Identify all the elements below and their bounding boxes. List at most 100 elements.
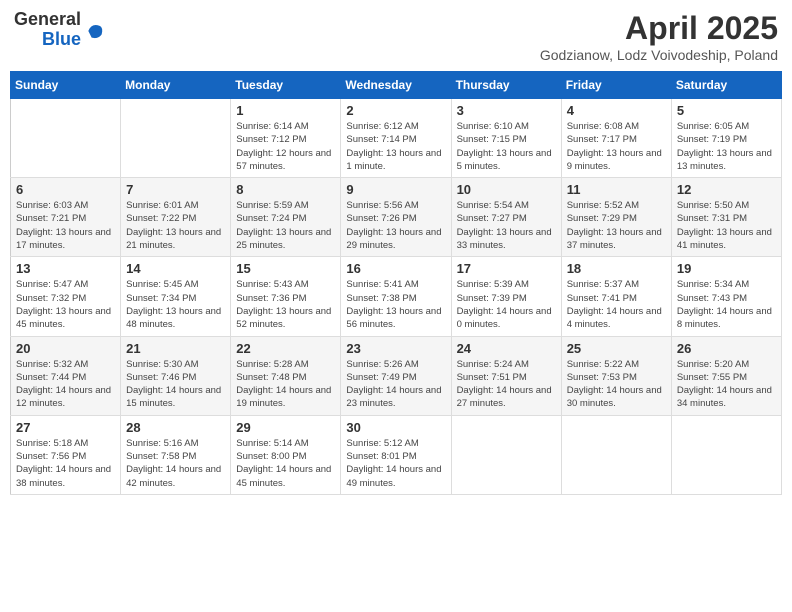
- logo-blue: Blue: [42, 30, 81, 50]
- weekday-header: Saturday: [671, 72, 781, 99]
- day-info: Sunrise: 5:52 AMSunset: 7:29 PMDaylight:…: [567, 199, 666, 252]
- day-number: 23: [346, 341, 445, 356]
- title-block: April 2025 Godzianow, Lodz Voivodeship, …: [540, 10, 778, 63]
- logo-general: General: [14, 10, 81, 30]
- calendar-cell: 19 Sunrise: 5:34 AMSunset: 7:43 PMDayligh…: [671, 257, 781, 336]
- day-info: Sunrise: 6:05 AMSunset: 7:19 PMDaylight:…: [677, 120, 776, 173]
- day-info: Sunrise: 5:43 AMSunset: 7:36 PMDaylight:…: [236, 278, 335, 331]
- calendar-week-row: 13 Sunrise: 5:47 AMSunset: 7:32 PMDayligh…: [11, 257, 782, 336]
- calendar-cell: 8 Sunrise: 5:59 AMSunset: 7:24 PMDaylight…: [231, 178, 341, 257]
- calendar-week-row: 6Sunrise: 6:03 AMSunset: 7:21 PMDaylight…: [11, 178, 782, 257]
- calendar-cell: 15 Sunrise: 5:43 AMSunset: 7:36 PMDayligh…: [231, 257, 341, 336]
- day-number: 27: [16, 420, 115, 435]
- day-info: Sunrise: 5:59 AMSunset: 7:24 PMDaylight:…: [236, 199, 335, 252]
- day-info: Sunrise: 6:14 AMSunset: 7:12 PMDaylight:…: [236, 120, 335, 173]
- day-info: Sunrise: 5:30 AMSunset: 7:46 PMDaylight:…: [126, 358, 225, 411]
- calendar-cell: 25 Sunrise: 5:22 AMSunset: 7:53 PMDayligh…: [561, 336, 671, 415]
- day-number: 5: [677, 103, 776, 118]
- calendar: SundayMondayTuesdayWednesdayThursdayFrid…: [10, 71, 782, 495]
- day-number: 30: [346, 420, 445, 435]
- day-number: 2: [346, 103, 445, 118]
- day-info: Sunrise: 5:54 AMSunset: 7:27 PMDaylight:…: [457, 199, 556, 252]
- calendar-cell: 20 Sunrise: 5:32 AMSunset: 7:44 PMDayligh…: [11, 336, 121, 415]
- day-info: Sunrise: 6:10 AMSunset: 7:15 PMDaylight:…: [457, 120, 556, 173]
- day-number: 9: [346, 182, 445, 197]
- day-number: 21: [126, 341, 225, 356]
- day-number: 6: [16, 182, 115, 197]
- day-info: Sunrise: 6:01 AMSunset: 7:22 PMDaylight:…: [126, 199, 225, 252]
- day-info: Sunrise: 5:32 AMSunset: 7:44 PMDaylight:…: [16, 358, 115, 411]
- day-number: 28: [126, 420, 225, 435]
- logo: General Blue: [14, 10, 105, 50]
- calendar-cell: 12Sunrise: 5:50 AMSunset: 7:31 PMDayligh…: [671, 178, 781, 257]
- day-number: 22: [236, 341, 335, 356]
- day-number: 29: [236, 420, 335, 435]
- weekday-header: Wednesday: [341, 72, 451, 99]
- day-number: 3: [457, 103, 556, 118]
- weekday-header: Tuesday: [231, 72, 341, 99]
- day-info: Sunrise: 5:37 AMSunset: 7:41 PMDaylight:…: [567, 278, 666, 331]
- weekday-header: Monday: [121, 72, 231, 99]
- weekday-header: Sunday: [11, 72, 121, 99]
- calendar-cell: 26 Sunrise: 5:20 AMSunset: 7:55 PMDayligh…: [671, 336, 781, 415]
- day-number: 14: [126, 261, 225, 276]
- day-info: Sunrise: 5:39 AMSunset: 7:39 PMDaylight:…: [457, 278, 556, 331]
- calendar-cell: 1Sunrise: 6:14 AMSunset: 7:12 PMDaylight…: [231, 99, 341, 178]
- calendar-cell: 27 Sunrise: 5:18 AMSunset: 7:56 PMDayligh…: [11, 415, 121, 494]
- calendar-cell: 3 Sunrise: 6:10 AMSunset: 7:15 PMDaylight…: [451, 99, 561, 178]
- calendar-cell: [561, 415, 671, 494]
- day-number: 13: [16, 261, 115, 276]
- day-info: Sunrise: 5:56 AMSunset: 7:26 PMDaylight:…: [346, 199, 445, 252]
- calendar-cell: [121, 99, 231, 178]
- calendar-cell: 7 Sunrise: 6:01 AMSunset: 7:22 PMDaylight…: [121, 178, 231, 257]
- day-number: 25: [567, 341, 666, 356]
- calendar-cell: 23 Sunrise: 5:26 AMSunset: 7:49 PMDayligh…: [341, 336, 451, 415]
- calendar-week-row: 1Sunrise: 6:14 AMSunset: 7:12 PMDaylight…: [11, 99, 782, 178]
- calendar-cell: 24Sunrise: 5:24 AMSunset: 7:51 PMDayligh…: [451, 336, 561, 415]
- day-number: 20: [16, 341, 115, 356]
- calendar-cell: [671, 415, 781, 494]
- day-number: 18: [567, 261, 666, 276]
- day-info: Sunrise: 5:34 AMSunset: 7:43 PMDaylight:…: [677, 278, 776, 331]
- day-number: 17: [457, 261, 556, 276]
- day-info: Sunrise: 5:22 AMSunset: 7:53 PMDaylight:…: [567, 358, 666, 411]
- day-info: Sunrise: 5:12 AMSunset: 8:01 PMDaylight:…: [346, 437, 445, 490]
- calendar-cell: 14 Sunrise: 5:45 AMSunset: 7:34 PMDayligh…: [121, 257, 231, 336]
- calendar-cell: 9 Sunrise: 5:56 AMSunset: 7:26 PMDaylight…: [341, 178, 451, 257]
- day-number: 19: [677, 261, 776, 276]
- day-number: 10: [457, 182, 556, 197]
- day-info: Sunrise: 5:18 AMSunset: 7:56 PMDaylight:…: [16, 437, 115, 490]
- calendar-cell: 5 Sunrise: 6:05 AMSunset: 7:19 PMDaylight…: [671, 99, 781, 178]
- calendar-week-row: 27 Sunrise: 5:18 AMSunset: 7:56 PMDayligh…: [11, 415, 782, 494]
- day-info: Sunrise: 5:24 AMSunset: 7:51 PMDaylight:…: [457, 358, 556, 411]
- weekday-header-row: SundayMondayTuesdayWednesdayThursdayFrid…: [11, 72, 782, 99]
- location-title: Godzianow, Lodz Voivodeship, Poland: [540, 47, 778, 63]
- calendar-cell: 10 Sunrise: 5:54 AMSunset: 7:27 PMDayligh…: [451, 178, 561, 257]
- logo-icon: [85, 21, 105, 41]
- day-info: Sunrise: 5:47 AMSunset: 7:32 PMDaylight:…: [16, 278, 115, 331]
- day-info: Sunrise: 5:28 AMSunset: 7:48 PMDaylight:…: [236, 358, 335, 411]
- weekday-header: Friday: [561, 72, 671, 99]
- weekday-header: Thursday: [451, 72, 561, 99]
- calendar-cell: 2 Sunrise: 6:12 AMSunset: 7:14 PMDaylight…: [341, 99, 451, 178]
- day-number: 7: [126, 182, 225, 197]
- calendar-cell: 13 Sunrise: 5:47 AMSunset: 7:32 PMDayligh…: [11, 257, 121, 336]
- day-number: 26: [677, 341, 776, 356]
- calendar-cell: 22 Sunrise: 5:28 AMSunset: 7:48 PMDayligh…: [231, 336, 341, 415]
- day-info: Sunrise: 5:16 AMSunset: 7:58 PMDaylight:…: [126, 437, 225, 490]
- calendar-cell: [11, 99, 121, 178]
- day-number: 8: [236, 182, 335, 197]
- calendar-cell: 29 Sunrise: 5:14 AMSunset: 8:00 PMDayligh…: [231, 415, 341, 494]
- day-info: Sunrise: 5:26 AMSunset: 7:49 PMDaylight:…: [346, 358, 445, 411]
- day-info: Sunrise: 5:14 AMSunset: 8:00 PMDaylight:…: [236, 437, 335, 490]
- day-number: 4: [567, 103, 666, 118]
- day-info: Sunrise: 5:45 AMSunset: 7:34 PMDaylight:…: [126, 278, 225, 331]
- calendar-cell: 17 Sunrise: 5:39 AMSunset: 7:39 PMDayligh…: [451, 257, 561, 336]
- calendar-cell: 4Sunrise: 6:08 AMSunset: 7:17 PMDaylight…: [561, 99, 671, 178]
- calendar-cell: 16Sunrise: 5:41 AMSunset: 7:38 PMDayligh…: [341, 257, 451, 336]
- day-info: Sunrise: 6:12 AMSunset: 7:14 PMDaylight:…: [346, 120, 445, 173]
- day-info: Sunrise: 5:20 AMSunset: 7:55 PMDaylight:…: [677, 358, 776, 411]
- day-info: Sunrise: 5:41 AMSunset: 7:38 PMDaylight:…: [346, 278, 445, 331]
- calendar-cell: 30 Sunrise: 5:12 AMSunset: 8:01 PMDayligh…: [341, 415, 451, 494]
- day-number: 15: [236, 261, 335, 276]
